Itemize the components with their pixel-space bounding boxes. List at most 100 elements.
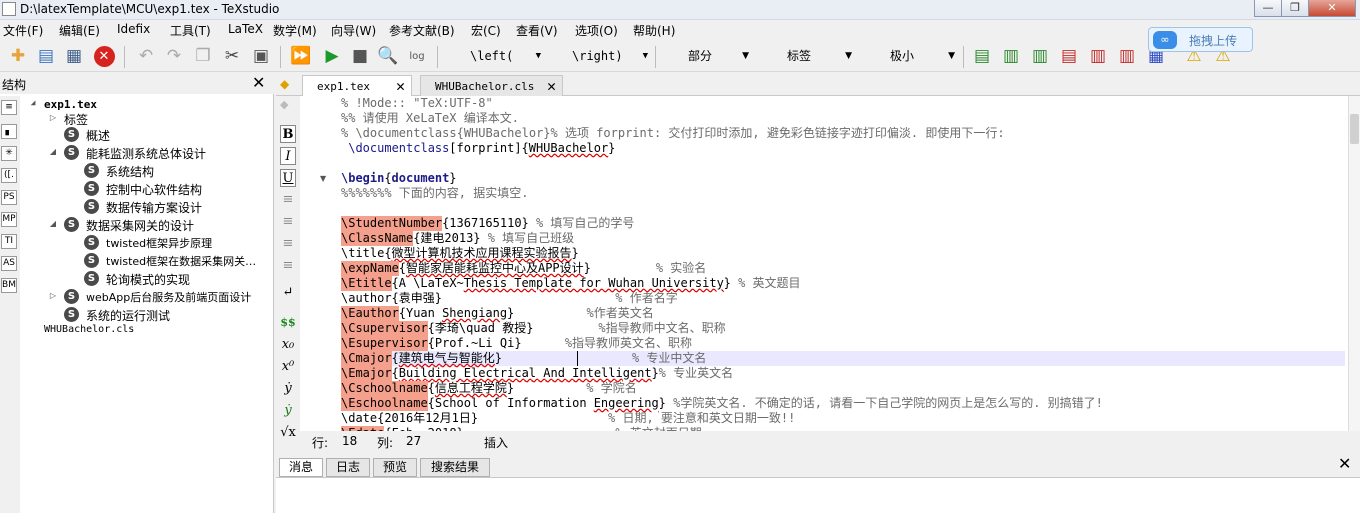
italic-button[interactable]: I: [280, 147, 296, 165]
code-line[interactable]: \Eschoolname {School of Information Engee…: [341, 396, 1345, 411]
tab-messages[interactable]: 消息: [279, 458, 323, 477]
dfrac-button[interactable]: ẏ: [280, 402, 296, 420]
underline-button[interactable]: U: [280, 169, 296, 187]
menu-help[interactable]: 帮助(H): [633, 22, 675, 39]
left-delimiter-select[interactable]: \left( ▼: [446, 46, 541, 66]
close-tab-icon[interactable]: ✕: [396, 77, 405, 95]
justify-button[interactable]: ≡: [280, 257, 296, 275]
menu-latex[interactable]: LaTeX: [228, 22, 263, 36]
compile-icon[interactable]: ▶: [320, 44, 344, 68]
pstricks-icon[interactable]: PS: [1, 190, 17, 205]
symbols-icon[interactable]: ✳: [1, 146, 17, 161]
part-select[interactable]: 部分 ▼: [664, 46, 749, 66]
code-line[interactable]: \title{微型计算机技术应用课程实验报告}: [341, 246, 1345, 261]
code-line[interactable]: %%%%%%% 下面的内容, 据实填空.: [341, 186, 1345, 201]
code-line[interactable]: \Cschoolname{信息工程学院} % 学院名: [341, 381, 1345, 396]
subscript-button[interactable]: x₀: [280, 336, 296, 354]
menu-file[interactable]: 文件(F): [3, 22, 43, 39]
nav-back-icon[interactable]: ◆: [280, 77, 294, 91]
metapost-icon[interactable]: MP: [1, 212, 17, 227]
newline-button[interactable]: ↵: [280, 284, 296, 302]
close-button[interactable]: ✕: [1308, 0, 1356, 17]
code-editor[interactable]: % !Mode:: "TeX:UTF-8"%% 请使用 XeLaTeX 编译本文…: [338, 96, 1348, 431]
tab-search-results[interactable]: 搜索结果: [420, 458, 490, 477]
tab-whubachelor[interactable]: WHUBachelor.cls ✕: [420, 75, 563, 96]
open-file-icon[interactable]: ▤: [34, 44, 58, 68]
scrollbar-thumb[interactable]: [1350, 114, 1359, 144]
code-line[interactable]: \expName{智能家居能耗监控中心及APP设计} % 实验名: [341, 261, 1345, 276]
menu-idefix[interactable]: Idefix: [117, 22, 150, 36]
build-view-icon[interactable]: ⏩: [289, 44, 313, 68]
tab-exp1[interactable]: exp1.tex ✕: [302, 75, 412, 97]
code-line[interactable]: [341, 201, 1345, 216]
delimiters-icon[interactable]: ([.: [1, 168, 17, 183]
menu-edit[interactable]: 编辑(E): [59, 22, 100, 39]
code-line[interactable]: % !Mode:: "TeX:UTF-8": [341, 96, 1345, 111]
stop-icon[interactable]: ■: [348, 44, 372, 68]
tab-preview[interactable]: 预览: [373, 458, 417, 477]
paste-icon[interactable]: ▣: [249, 44, 273, 68]
undo-icon[interactable]: ↶: [134, 44, 158, 68]
structure-file-cls[interactable]: WHUBachelor.cls: [44, 324, 134, 335]
fraction-button[interactable]: ẏ: [280, 380, 296, 398]
code-line[interactable]: \author {袁申强} % 作者名字: [341, 291, 1345, 306]
cloud-upload-widget[interactable]: ∞ 拖拽上传: [1148, 27, 1253, 52]
menu-wizards[interactable]: 向导(W): [331, 22, 376, 39]
view-pdf-icon[interactable]: 🔍: [376, 44, 400, 68]
label-select[interactable]: 标签 ▼: [760, 46, 852, 66]
log-icon[interactable]: log: [405, 44, 429, 68]
bibtex-icon[interactable]: BM: [1, 278, 17, 293]
align-right-button[interactable]: ≡: [280, 235, 296, 253]
code-line[interactable]: \Emajor{Building Electrical And Intellig…: [341, 366, 1345, 381]
close-panel-icon[interactable]: ✕: [1338, 454, 1351, 473]
menu-tools[interactable]: 工具(T): [170, 22, 211, 39]
bold-button[interactable]: B: [280, 125, 296, 143]
code-line[interactable]: \documentclass [forprint]{WHUBachelor}: [341, 141, 1345, 156]
asymptote-icon[interactable]: AS: [1, 256, 17, 271]
cut-icon[interactable]: ✂: [220, 44, 244, 68]
new-file-icon[interactable]: ✚: [6, 44, 30, 68]
code-line[interactable]: \Cmajor{建筑电气与智能化} % 专业中文名: [341, 351, 1345, 366]
code-line[interactable]: \date {2016年12月1日} % 日期, 要注意和英文日期一致!!: [341, 411, 1345, 426]
bookmarks-icon[interactable]: ▖: [1, 124, 17, 139]
copy-icon[interactable]: ❐: [191, 44, 215, 68]
code-line[interactable]: \ClassName {建电2013} % 填写自己班级: [341, 231, 1345, 246]
code-line[interactable]: \Etitle {A \LaTeX~ Thesis Template for Wuh…: [341, 276, 1345, 291]
code-line[interactable]: \Eauthor {Yuan Shengiang} %作者英文名: [341, 306, 1345, 321]
table-add-column-icon[interactable]: ▥: [999, 44, 1023, 68]
minimize-button[interactable]: —: [1254, 0, 1282, 17]
nav-forward-icon[interactable]: ◆: [280, 98, 296, 112]
align-left-button[interactable]: ≡: [280, 191, 296, 209]
table-remove-row-icon[interactable]: ▤: [1057, 44, 1081, 68]
code-line[interactable]: \Csupervisor {李琦\quad 教授} %指导教师中文名、职称: [341, 321, 1345, 336]
redo-icon[interactable]: ↷: [162, 44, 186, 68]
table-remove-column-icon[interactable]: ▥: [1086, 44, 1110, 68]
code-line[interactable]: % \documentclass{WHUBachelor}% 选项 forpri…: [341, 126, 1345, 141]
align-center-button[interactable]: ≡: [280, 213, 296, 231]
maximize-button[interactable]: ❐: [1281, 0, 1309, 17]
fold-icon[interactable]: ▼: [320, 174, 326, 183]
tab-log[interactable]: 日志: [326, 458, 370, 477]
table-add-row-icon[interactable]: ▤: [970, 44, 994, 68]
code-line[interactable]: \StudentNumber {1367165110} % 填写自己的学号: [341, 216, 1345, 231]
table-cut-column-icon[interactable]: ▥: [1115, 44, 1139, 68]
menu-view[interactable]: 查看(V): [516, 22, 558, 39]
structure-view-icon[interactable]: ≡: [1, 100, 17, 115]
close-panel-icon[interactable]: ✕: [252, 73, 265, 92]
tikz-icon[interactable]: TI: [1, 234, 17, 249]
vertical-scrollbar[interactable]: [1348, 96, 1360, 431]
save-icon[interactable]: ▦: [62, 44, 86, 68]
menu-options[interactable]: 选项(O): [575, 22, 618, 39]
code-line[interactable]: \begin{document}: [341, 171, 1345, 186]
close-tab-icon[interactable]: ✕: [547, 77, 556, 95]
table-insert-column-icon[interactable]: ▥: [1028, 44, 1052, 68]
code-line[interactable]: %% 请使用 XeLaTeX 编译本文.: [341, 111, 1345, 126]
menu-bibliography[interactable]: 参考文献(B): [389, 22, 455, 39]
menu-math[interactable]: 数学(M): [273, 22, 317, 39]
code-line[interactable]: [341, 156, 1345, 171]
sqrt-button[interactable]: √x: [280, 424, 296, 442]
code-line[interactable]: \Esupervisor {Prof.~Li Qi} %指导教师英文名、职称: [341, 336, 1345, 351]
close-doc-icon[interactable]: ✕: [92, 44, 116, 68]
math-mode-button[interactable]: $$: [280, 314, 296, 332]
menu-macros[interactable]: 宏(C): [471, 22, 501, 39]
